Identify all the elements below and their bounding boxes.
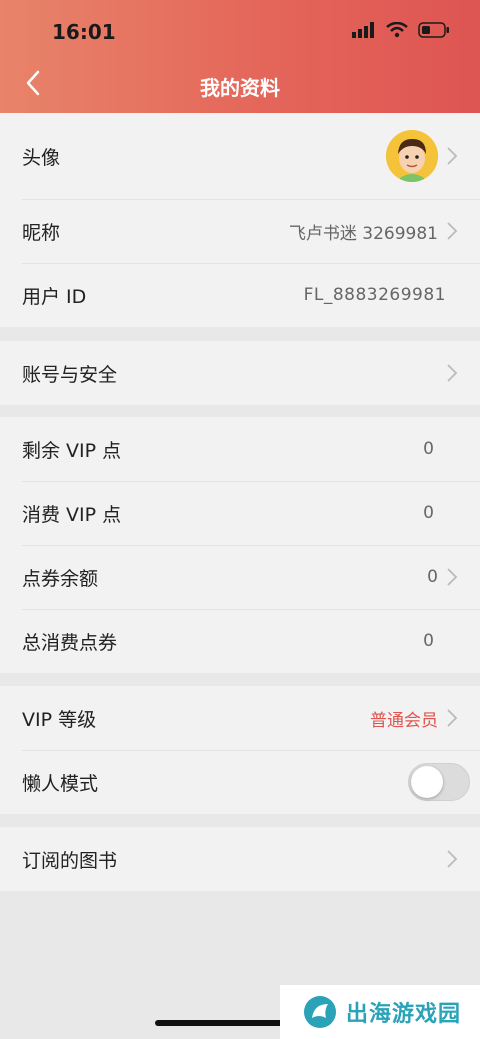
avatar-row[interactable]: 头像 <box>0 113 480 199</box>
books-section: 订阅的图书 <box>0 827 480 891</box>
lazy-mode-toggle[interactable] <box>408 763 470 801</box>
profile-section: 头像 昵称 飞卢书迷 3269981 用户 ID FL_8883269981 <box>0 113 480 327</box>
page-title: 我的资料 <box>200 76 280 100</box>
chevron-right-icon <box>447 147 458 165</box>
status-icons <box>352 22 450 38</box>
chevron-right-icon <box>447 222 458 240</box>
userid-label: 用户 ID <box>22 285 87 308</box>
account-section: 账号与安全 <box>0 341 480 405</box>
voucher-balance-label: 点券余额 <box>22 567 99 590</box>
vip-level-value: 普通会员 <box>370 710 438 731</box>
watermark-text: 出海游戏园 <box>346 1002 462 1027</box>
total-voucher-label: 总消费点券 <box>22 631 118 654</box>
subscribed-books-row[interactable]: 订阅的图书 <box>0 827 480 891</box>
nickname-value: 飞卢书迷 3269981 <box>288 223 438 244</box>
subscribed-books-label: 订阅的图书 <box>22 849 118 872</box>
points-section: 剩余 VIP 点 0 消费 VIP 点 0 点券余额 0 总消费点券 0 <box>0 417 480 673</box>
avatar-label: 头像 <box>22 146 61 169</box>
lazy-mode-label: 懒人模式 <box>22 772 99 795</box>
chevron-right-icon <box>447 364 458 382</box>
consumed-vip-label: 消费 VIP 点 <box>22 503 122 526</box>
chevron-right-icon <box>447 568 458 586</box>
remaining-vip-row: 剩余 VIP 点 0 <box>0 417 480 481</box>
vip-section: VIP 等级 普通会员 懒人模式 <box>0 686 480 814</box>
userid-value: FL_8883269981 <box>303 285 446 305</box>
avatar[interactable] <box>386 130 438 182</box>
watermark: 出海游戏园 <box>280 985 480 1039</box>
wifi-icon <box>386 22 408 38</box>
battery-icon <box>418 22 449 38</box>
nickname-label: 昵称 <box>22 221 61 244</box>
remaining-vip-value: 0 <box>423 439 434 459</box>
consumed-vip-value: 0 <box>423 503 434 523</box>
lazy-mode-row: 懒人模式 <box>0 750 480 814</box>
total-voucher-row: 总消费点券 0 <box>0 609 480 673</box>
account-security-label: 账号与安全 <box>22 363 118 386</box>
total-voucher-value: 0 <box>423 631 434 651</box>
signal-icon <box>352 22 374 38</box>
remaining-vip-label: 剩余 VIP 点 <box>22 439 122 462</box>
userid-row: 用户 ID FL_8883269981 <box>0 263 480 327</box>
vip-level-row[interactable]: VIP 等级 普通会员 <box>0 686 480 750</box>
voucher-balance-row[interactable]: 点券余额 0 <box>0 545 480 609</box>
nickname-row[interactable]: 昵称 飞卢书迷 3269981 <box>0 199 480 263</box>
voucher-balance-value: 0 <box>427 567 438 587</box>
status-time: 16:01 <box>52 20 116 44</box>
avatar-face-icon <box>386 130 438 182</box>
account-security-row[interactable]: 账号与安全 <box>0 341 480 405</box>
chevron-right-icon <box>447 850 458 868</box>
vip-level-label: VIP 等级 <box>22 708 97 731</box>
consumed-vip-row: 消费 VIP 点 0 <box>0 481 480 545</box>
chevron-right-icon <box>447 709 458 727</box>
watermark-logo-icon <box>304 996 336 1028</box>
toggle-knob <box>411 766 443 798</box>
header-bar: 16:01 我的资料 <box>0 0 480 113</box>
